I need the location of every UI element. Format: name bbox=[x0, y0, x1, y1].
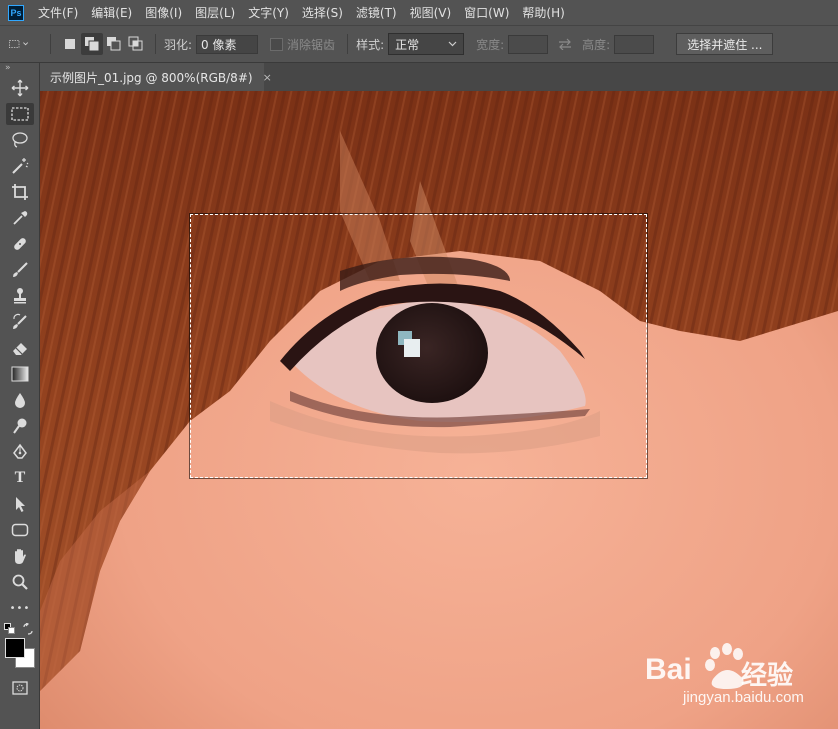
intersect-selection-button[interactable] bbox=[125, 33, 147, 55]
options-separator bbox=[50, 34, 51, 54]
menu-image[interactable]: 图像(I) bbox=[145, 4, 182, 21]
document-tab[interactable]: 示例图片_01.jpg @ 800%(RGB/8#) × bbox=[40, 63, 272, 91]
style-label: 样式: bbox=[356, 37, 385, 52]
document-tab-bar: 示例图片_01.jpg @ 800%(RGB/8#) × bbox=[40, 63, 838, 91]
swap-dimensions-button[interactable] bbox=[554, 33, 576, 55]
water-drop-icon bbox=[15, 393, 25, 408]
menu-type[interactable]: 文字(Y) bbox=[248, 4, 289, 21]
menu-select[interactable]: 选择(S) bbox=[302, 4, 343, 21]
antialias-label: 消除锯齿 bbox=[287, 37, 336, 52]
quick-mask-icon bbox=[12, 681, 28, 695]
eraser-icon bbox=[13, 343, 27, 355]
eraser-tool[interactable] bbox=[0, 335, 40, 361]
add-selection-icon bbox=[85, 37, 100, 52]
path-selection-tool[interactable] bbox=[0, 491, 40, 517]
gradient-icon bbox=[11, 366, 29, 382]
lasso-tool[interactable] bbox=[0, 127, 40, 153]
menu-bar: Ps 文件(F) 编辑(E) 图像(I) 图层(L) 文字(Y) 选择(S) 滤… bbox=[0, 0, 838, 25]
pen-tool[interactable] bbox=[0, 439, 40, 465]
style-select-value: 正常 bbox=[395, 37, 420, 52]
swap-colors-icon[interactable] bbox=[22, 623, 34, 635]
options-bar: 羽化: 0 像素 消除锯齿 样式: 正常 宽度: 高度: 选择并遮住 ... bbox=[0, 25, 838, 63]
edit-toolbar-button[interactable]: ••• bbox=[0, 595, 40, 621]
eyedropper-icon bbox=[13, 211, 28, 225]
gradient-tool[interactable] bbox=[0, 361, 40, 387]
antialias-checkbox[interactable] bbox=[270, 37, 284, 51]
select-and-mask-button[interactable]: 选择并遮住 ... bbox=[676, 33, 774, 55]
dodge-icon bbox=[13, 418, 27, 434]
watermark-brand: Bai bbox=[645, 653, 692, 686]
type-tool[interactable]: T bbox=[0, 465, 40, 491]
add-to-selection-button[interactable] bbox=[81, 33, 103, 55]
crop-icon bbox=[12, 184, 28, 200]
photoshop-logo-icon[interactable]: Ps bbox=[8, 4, 24, 21]
intersect-selection-icon bbox=[128, 36, 143, 51]
style-select[interactable]: 正常 bbox=[388, 33, 465, 55]
dodge-tool[interactable] bbox=[0, 413, 40, 439]
tools-panel: » T ••• bbox=[0, 63, 40, 729]
width-label: 宽度: bbox=[476, 37, 505, 52]
pen-icon bbox=[13, 443, 27, 459]
rounded-rectangle-icon bbox=[11, 523, 29, 537]
brush-icon bbox=[13, 262, 28, 277]
tool-preset-picker[interactable] bbox=[8, 33, 30, 55]
crop-tool[interactable] bbox=[0, 179, 40, 205]
width-input[interactable] bbox=[508, 34, 549, 54]
arrow-pointer-icon bbox=[16, 497, 25, 512]
menu-filter[interactable]: 滤镜(T) bbox=[356, 4, 397, 21]
menu-help[interactable]: 帮助(H) bbox=[522, 4, 564, 21]
menu-window[interactable]: 窗口(W) bbox=[464, 4, 509, 21]
collapse-panel-icon[interactable]: » bbox=[0, 63, 39, 75]
marquee-icon bbox=[11, 107, 29, 121]
new-selection-button[interactable] bbox=[59, 33, 81, 55]
rectangle-tool[interactable] bbox=[0, 517, 40, 543]
clone-stamp-tool[interactable] bbox=[0, 283, 40, 309]
chevron-down-icon bbox=[448, 41, 457, 47]
document-tab-title: 示例图片_01.jpg @ 800%(RGB/8#) bbox=[50, 70, 253, 85]
history-brush-tool[interactable] bbox=[0, 309, 40, 335]
swap-arrows-icon bbox=[559, 38, 572, 50]
brush-tool[interactable] bbox=[0, 257, 40, 283]
foreground-color-swatch[interactable] bbox=[5, 638, 25, 658]
quick-mask-button[interactable] bbox=[0, 675, 40, 701]
blur-tool[interactable] bbox=[0, 387, 40, 413]
magnifier-icon bbox=[12, 574, 28, 590]
default-colors-icon[interactable] bbox=[4, 623, 16, 635]
menu-layer[interactable]: 图层(L) bbox=[195, 4, 235, 21]
stamp-icon bbox=[14, 288, 26, 304]
height-label: 高度: bbox=[582, 37, 611, 52]
subtract-selection-icon bbox=[107, 37, 121, 51]
eyedropper-tool[interactable] bbox=[0, 205, 40, 231]
hand-tool[interactable] bbox=[0, 543, 40, 569]
feather-input[interactable]: 0 像素 bbox=[196, 34, 259, 54]
menu-view[interactable]: 视图(V) bbox=[410, 4, 452, 21]
options-separator bbox=[347, 34, 349, 54]
zoom-tool[interactable] bbox=[0, 569, 40, 595]
marquee-selection[interactable] bbox=[190, 214, 647, 478]
close-icon[interactable]: × bbox=[263, 71, 272, 84]
menu-edit[interactable]: 编辑(E) bbox=[91, 4, 132, 21]
height-input[interactable] bbox=[614, 34, 655, 54]
move-icon bbox=[11, 79, 29, 97]
watermark-url: jingyan.baidu.com bbox=[683, 689, 804, 706]
bandage-icon bbox=[14, 238, 26, 250]
healing-brush-tool[interactable] bbox=[0, 231, 40, 257]
move-tool[interactable] bbox=[0, 75, 40, 101]
magic-wand-tool[interactable] bbox=[0, 153, 40, 179]
options-separator bbox=[155, 34, 156, 54]
lasso-icon bbox=[12, 132, 28, 148]
menu-file[interactable]: 文件(F) bbox=[38, 4, 78, 21]
hand-icon bbox=[15, 549, 26, 564]
document-canvas[interactable]: Bai 经验 jingyan.baidu.com bbox=[40, 91, 838, 729]
marquee-preset-icon bbox=[9, 39, 29, 49]
new-selection-icon bbox=[65, 39, 75, 49]
subtract-selection-button[interactable] bbox=[103, 33, 125, 55]
rectangular-marquee-tool[interactable] bbox=[0, 101, 40, 127]
color-swatches bbox=[0, 621, 39, 675]
watermark-brand-suffix: 经验 bbox=[741, 661, 794, 691]
magic-wand-icon bbox=[12, 158, 29, 174]
baidu-jingyan-watermark: Bai 经验 jingyan.baidu.com bbox=[643, 639, 833, 709]
feather-label: 羽化: bbox=[164, 37, 193, 52]
history-brush-icon bbox=[13, 313, 27, 329]
